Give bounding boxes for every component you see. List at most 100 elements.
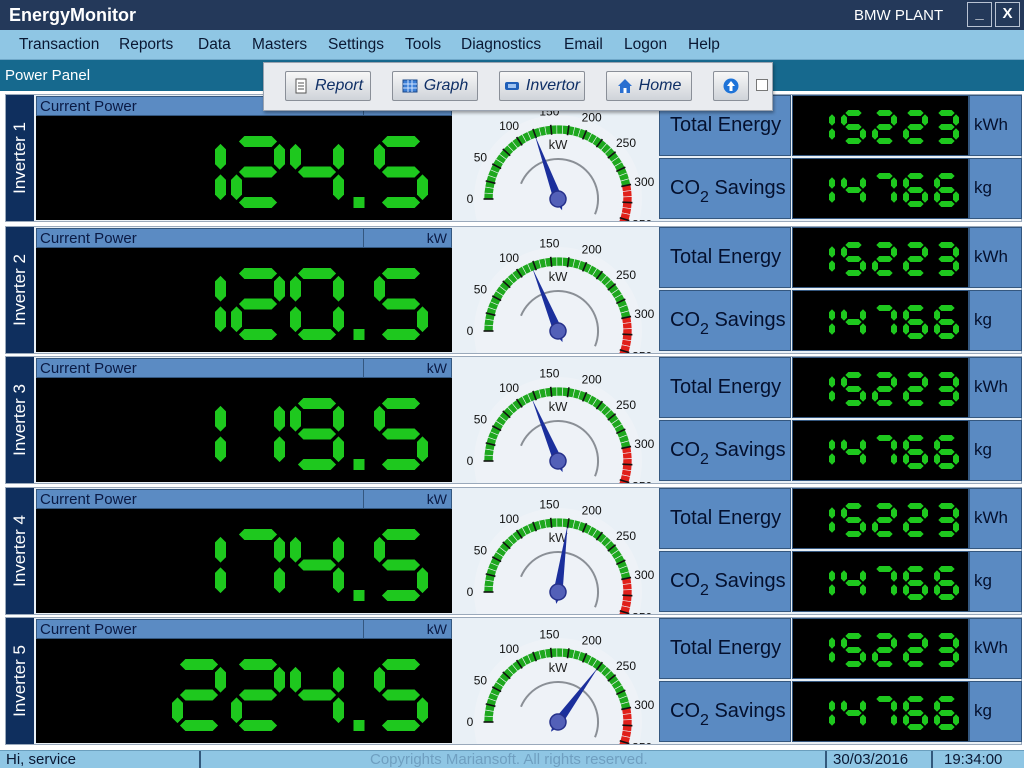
gauge-band-segment bbox=[556, 647, 564, 658]
close-button[interactable]: X bbox=[995, 2, 1020, 27]
digit-segment bbox=[860, 651, 866, 663]
digit-segment bbox=[934, 323, 940, 335]
digit-segment bbox=[860, 323, 866, 335]
inverter-name: Inverter 5 bbox=[10, 645, 29, 717]
digit-segment bbox=[891, 700, 897, 712]
digit-segment bbox=[333, 306, 344, 333]
menu-transaction[interactable]: Transaction bbox=[19, 36, 99, 54]
menu-settings[interactable]: Settings bbox=[328, 36, 384, 54]
current-power-unit-cell: kW bbox=[363, 359, 451, 377]
digit-segment bbox=[829, 246, 835, 258]
current-power-label: Current Power bbox=[40, 230, 137, 247]
digit-segment bbox=[891, 507, 897, 519]
digit-segment bbox=[845, 124, 862, 130]
graph-button[interactable]: Graph bbox=[392, 71, 478, 101]
digit-segment bbox=[274, 567, 285, 594]
current-power-digits bbox=[215, 398, 428, 470]
digit-segment bbox=[297, 689, 337, 701]
menu-data[interactable]: Data bbox=[198, 36, 231, 54]
digit-segment bbox=[903, 651, 909, 663]
digit-segment bbox=[907, 372, 924, 378]
current-power-display bbox=[36, 509, 452, 613]
digit-segment bbox=[215, 436, 226, 463]
co2-savings-text: CO2 Savings bbox=[670, 439, 786, 468]
digit-segment bbox=[891, 114, 897, 126]
inverter-tab[interactable]: Inverter 3 bbox=[6, 357, 34, 483]
home-button-label: Home bbox=[638, 77, 682, 94]
menu-help[interactable]: Help bbox=[688, 36, 720, 54]
digit-segment bbox=[231, 697, 242, 724]
digit-segment bbox=[876, 372, 893, 378]
digit-segment bbox=[238, 689, 278, 701]
gauge-tick-label: 0 bbox=[467, 324, 474, 338]
report-button[interactable]: Report bbox=[285, 71, 371, 101]
menu-email[interactable]: Email bbox=[564, 36, 603, 54]
digit-segment bbox=[938, 201, 955, 207]
home-button[interactable]: Home bbox=[606, 71, 692, 101]
inverter-tab[interactable]: Inverter 4 bbox=[6, 488, 34, 614]
digit-segment bbox=[333, 536, 344, 563]
digit-segment bbox=[907, 580, 924, 586]
digit-segment bbox=[860, 390, 866, 402]
digit-segment bbox=[374, 666, 385, 693]
digit-segment bbox=[934, 177, 940, 189]
digit-segment bbox=[238, 659, 278, 670]
co2-savings-unit: kg bbox=[974, 310, 992, 329]
current-power-display bbox=[36, 378, 452, 482]
co2-subscript: 2 bbox=[700, 582, 709, 599]
invertor-button[interactable]: Invertor bbox=[499, 71, 585, 101]
co2-subscript: 2 bbox=[700, 189, 709, 206]
digit-segment bbox=[845, 372, 862, 378]
current-power-label: Current Power bbox=[40, 491, 137, 508]
menu-diagnostics[interactable]: Diagnostics bbox=[461, 36, 541, 54]
digit-segment bbox=[290, 666, 301, 693]
digit-segment bbox=[907, 173, 924, 179]
digit-segment bbox=[876, 400, 893, 406]
total-energy-label: Total Energy bbox=[659, 618, 791, 679]
co2-savings-digits bbox=[829, 566, 959, 600]
digit-segment bbox=[845, 503, 862, 509]
menu-reports[interactable]: Reports bbox=[119, 36, 173, 54]
digit-segment bbox=[829, 521, 835, 533]
menu-masters[interactable]: Masters bbox=[252, 36, 307, 54]
total-energy-text: Total Energy bbox=[670, 114, 782, 136]
total-energy-text: Total Energy bbox=[670, 637, 782, 659]
current-power-unit: kW bbox=[426, 230, 447, 246]
digit-segment bbox=[876, 173, 893, 179]
digit-segment bbox=[876, 138, 893, 144]
gauge-hub bbox=[549, 583, 567, 601]
digit-segment bbox=[907, 256, 924, 262]
info-button[interactable] bbox=[713, 71, 749, 101]
digit-segment bbox=[290, 143, 301, 170]
menu-tools[interactable]: Tools bbox=[405, 36, 441, 54]
current-power-unit: kW bbox=[426, 360, 447, 376]
digit-segment bbox=[938, 710, 955, 716]
digit-segment bbox=[938, 110, 955, 116]
inverter-tab[interactable]: Inverter 2 bbox=[6, 227, 34, 353]
digit-segment bbox=[829, 376, 835, 388]
digit-segment bbox=[274, 405, 285, 432]
digit-segment bbox=[215, 306, 226, 333]
digit-segment bbox=[872, 521, 878, 533]
total-energy-display bbox=[792, 357, 969, 418]
inverter-tab[interactable]: Inverter 5 bbox=[6, 618, 34, 744]
toolbar-checkbox[interactable] bbox=[756, 79, 768, 91]
co2-savings-text: CO2 Savings bbox=[670, 177, 786, 206]
digit-segment bbox=[274, 536, 285, 563]
digit-segment bbox=[179, 720, 219, 731]
co2-prefix: CO bbox=[670, 570, 700, 592]
gauge-hub bbox=[549, 190, 567, 208]
gauge-band-segment bbox=[483, 454, 494, 462]
digit-segment bbox=[953, 260, 959, 272]
inverter-tab[interactable]: Inverter 1 bbox=[6, 95, 34, 221]
total-energy-text: Total Energy bbox=[670, 376, 782, 398]
digit-segment bbox=[891, 246, 897, 258]
digit-segment bbox=[179, 659, 219, 670]
menu-logon[interactable]: Logon bbox=[624, 36, 667, 54]
digit-segment bbox=[922, 637, 928, 649]
digit-segment bbox=[907, 270, 924, 276]
minimize-button[interactable]: _ bbox=[967, 2, 992, 27]
gauge-tick-label: 50 bbox=[474, 413, 488, 427]
digit-segment bbox=[381, 659, 421, 670]
total-energy-label: Total Energy bbox=[659, 488, 791, 549]
